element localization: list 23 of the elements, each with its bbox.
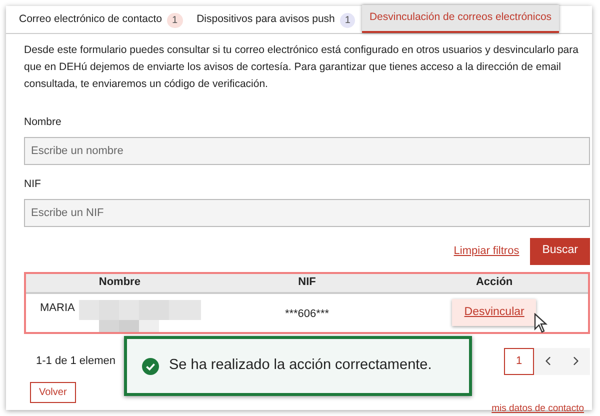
- field-label: NIF: [24, 176, 42, 192]
- unlink-button[interactable]: Desvincular: [452, 299, 536, 326]
- toast-message: Se ha realizado la acción correctamente.: [169, 356, 432, 376]
- input-field[interactable]: Escribe un NIF: [24, 198, 590, 226]
- field-label: Nombre: [24, 115, 62, 130]
- clear-filters-link[interactable]: Limpiar filtros: [454, 242, 520, 260]
- tab[interactable]: Desvinculación de correos electrónicos: [362, 5, 559, 33]
- back-button[interactable]: Volver: [30, 382, 76, 402]
- tab[interactable]: Dispositivos para avisos push 1: [190, 7, 362, 33]
- search-button[interactable]: Buscar: [530, 238, 590, 264]
- table-cell-text: MARIA: [40, 300, 75, 316]
- count-badge: 1: [167, 12, 183, 28]
- pagination-summary: 1-1 de 1 elemen: [35, 354, 116, 369]
- count-badge: 1: [340, 12, 356, 28]
- column-header: NIF: [297, 275, 317, 290]
- column-header: Acción: [474, 275, 514, 290]
- intro-text: Desde este formulario puedes consultar si tu correo electrónico está configurado en otros usuarios y desvincularlo para que en DEHú dejemos de enviarte los avisos de cortesía. Para garantizar que tienes acceso a la dirección de email consultada, te enviaremos un código de verificación.: [24, 43, 580, 92]
- input-field[interactable]: Escribe un nombre: [24, 136, 590, 165]
- contact-details-link[interactable]: mis datos de contacto: [492, 402, 584, 416]
- tab[interactable]: Correo electrónico de contacto 1: [12, 7, 190, 33]
- page-button[interactable]: 1: [504, 348, 534, 374]
- table-cell-text: ***606***: [284, 307, 330, 322]
- column-header: Nombre: [98, 275, 142, 290]
